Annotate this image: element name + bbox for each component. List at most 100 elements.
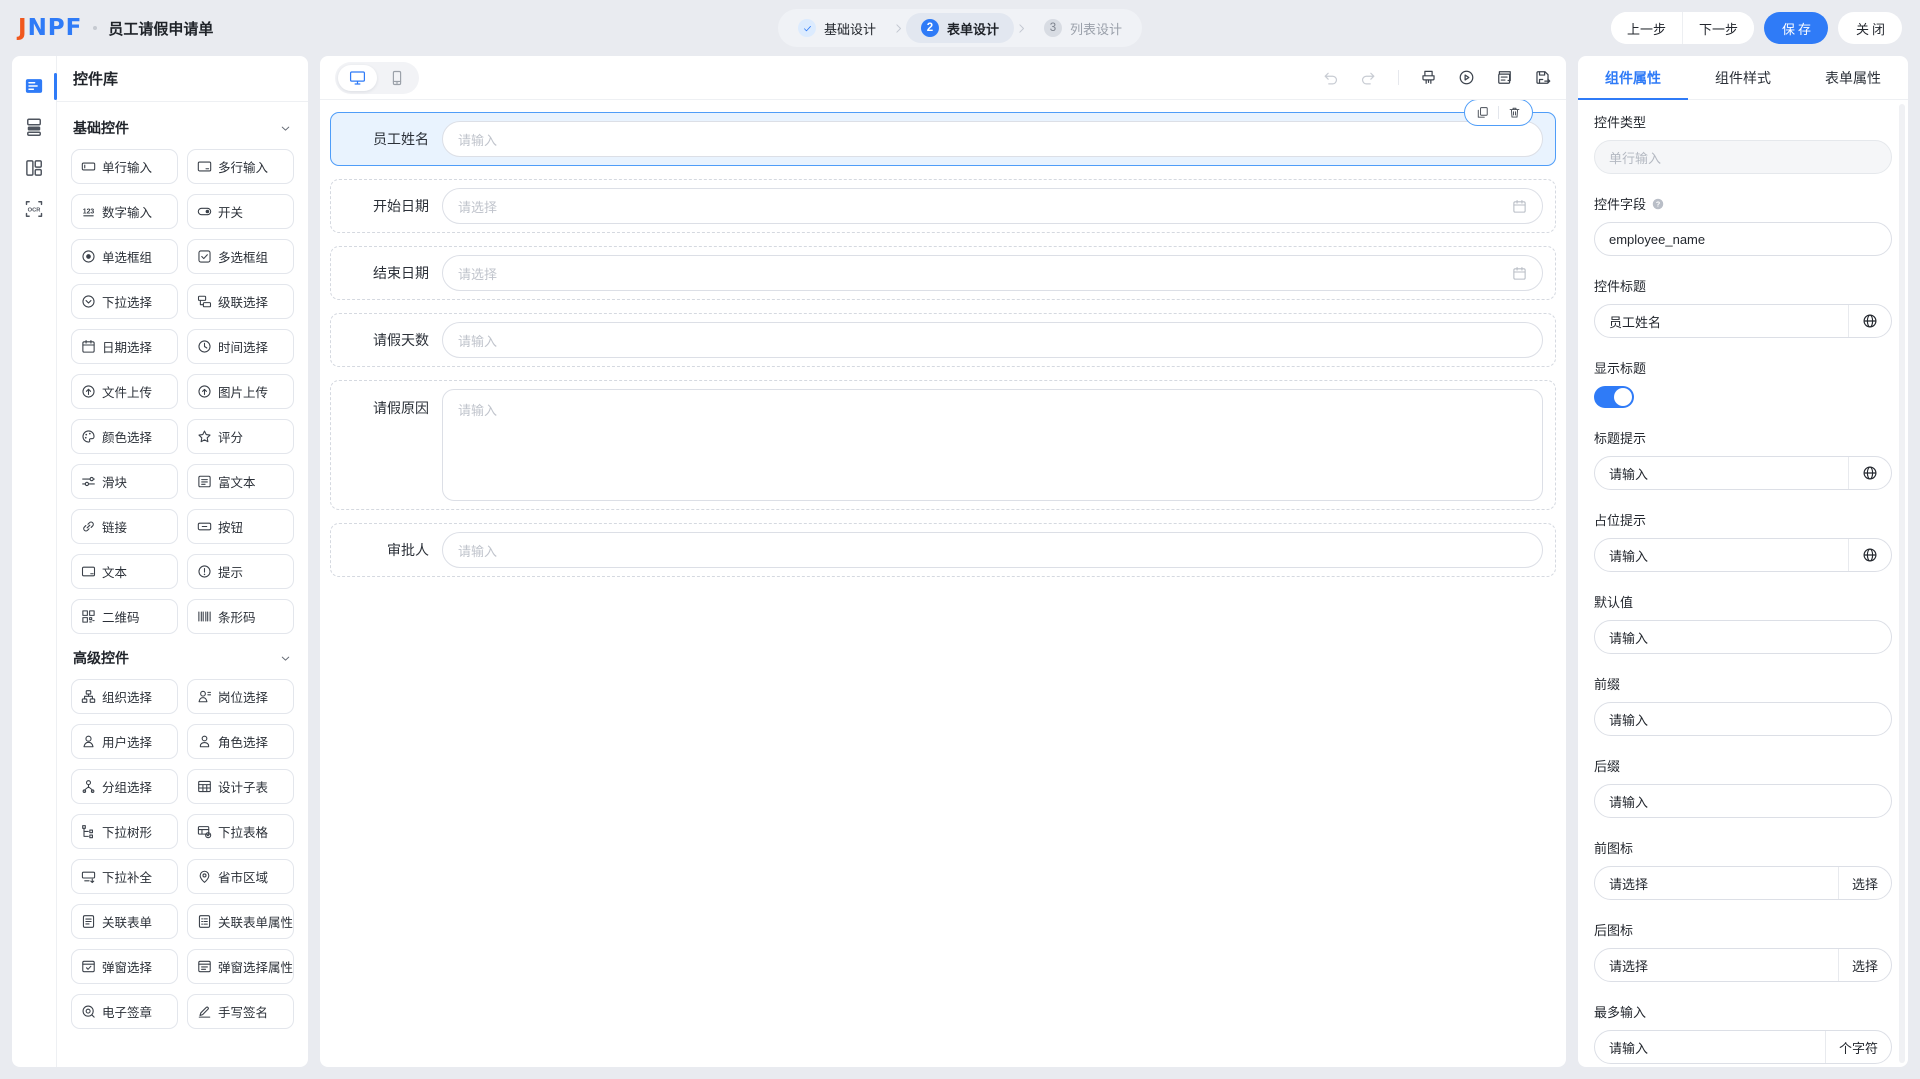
library-item[interactable]: 弹窗选择 — [71, 949, 178, 984]
property-placeholder[interactable]: 请选择 — [1595, 949, 1838, 981]
library-item[interactable]: 下拉树形 — [71, 814, 178, 849]
append-button[interactable]: 选择 — [1837, 949, 1891, 981]
property-input[interactable]: 请输入 — [1594, 784, 1892, 818]
save-button[interactable]: 保存 — [1763, 12, 1828, 44]
step-form-design[interactable]: 2 表单设计 — [905, 13, 1015, 43]
library-item[interactable]: 组织选择 — [71, 679, 178, 714]
property-placeholder[interactable]: 请输入 — [1595, 785, 1891, 817]
field-input[interactable]: 请选择 — [442, 188, 1543, 224]
library-item[interactable]: 日期选择 — [71, 329, 178, 364]
field-input[interactable]: 请输入 — [442, 322, 1543, 358]
append-button[interactable]: 选择 — [1837, 867, 1891, 899]
show-title-toggle[interactable] — [1594, 386, 1634, 408]
globe-icon[interactable] — [1848, 539, 1891, 571]
tab-component-props[interactable]: 组件属性 — [1578, 56, 1688, 100]
library-item[interactable]: 设计子表 — [187, 769, 294, 804]
property-input[interactable]: 请输入 个字符 — [1594, 1030, 1892, 1064]
library-item[interactable]: 用户选择 — [71, 724, 178, 759]
library-item[interactable]: 开关 — [187, 194, 294, 229]
library-item[interactable]: 时间选择 — [187, 329, 294, 364]
canvas-field[interactable]: 审批人 请输入 — [330, 523, 1556, 577]
library-item[interactable]: 按钮 — [187, 509, 294, 544]
library-item[interactable]: 123 数字输入 — [71, 194, 178, 229]
library-item[interactable]: 条形码 — [187, 599, 294, 634]
widgets-icon[interactable] — [24, 76, 44, 96]
library-item[interactable]: 滑块 — [71, 464, 178, 499]
library-item[interactable]: 富文本 — [187, 464, 294, 499]
property-placeholder[interactable]: 请选择 — [1595, 867, 1838, 899]
library-item[interactable]: 评分 — [187, 419, 294, 454]
property-value[interactable]: employee_name — [1595, 223, 1891, 255]
field-input[interactable]: 请输入 — [442, 532, 1543, 568]
library-item[interactable]: 颜色选择 — [71, 419, 178, 454]
step-basic-design[interactable]: 基础设计 — [783, 13, 891, 43]
tab-component-style[interactable]: 组件样式 — [1688, 56, 1798, 99]
preview-icon[interactable] — [1458, 69, 1475, 86]
library-item[interactable]: 下拉选择 — [71, 284, 178, 319]
library-item[interactable]: 角色选择 — [187, 724, 294, 759]
clear-canvas-icon[interactable] — [1420, 69, 1437, 86]
globe-icon[interactable] — [1848, 457, 1891, 489]
property-input[interactable]: 请选择 选择 — [1594, 948, 1892, 982]
library-item[interactable]: 单行输入 — [71, 149, 178, 184]
property-input[interactable]: 员工姓名 — [1594, 304, 1892, 338]
library-item[interactable]: 关联表单 — [71, 904, 178, 939]
property-input[interactable]: employee_name — [1594, 222, 1892, 256]
canvas-field[interactable]: 员工姓名 请输入 — [330, 100, 1556, 166]
library-item[interactable]: 手写签名 — [187, 994, 294, 1029]
property-input[interactable]: 请输入 — [1594, 702, 1892, 736]
next-step-button[interactable]: 下一步 — [1681, 12, 1754, 44]
library-item[interactable]: 文件上传 — [71, 374, 178, 409]
property-value[interactable]: 单行输入 — [1595, 141, 1891, 173]
property-placeholder[interactable]: 请输入 — [1595, 1031, 1825, 1063]
save-draft-icon[interactable] — [1534, 69, 1551, 86]
library-item[interactable]: 下拉补全 — [71, 859, 178, 894]
scrollbar[interactable] — [1899, 104, 1905, 1063]
library-item[interactable]: 提示 — [187, 554, 294, 589]
field-textarea[interactable]: 请输入 — [442, 389, 1543, 501]
undo-icon[interactable] — [1322, 69, 1339, 86]
append-button[interactable]: 个字符 — [1824, 1031, 1891, 1063]
library-item[interactable]: 级联选择 — [187, 284, 294, 319]
ocr-icon[interactable]: OCR — [24, 199, 44, 219]
field-input[interactable]: 请选择 — [442, 255, 1543, 291]
redo-icon[interactable] — [1360, 69, 1377, 86]
property-placeholder[interactable]: 请输入 — [1595, 621, 1891, 653]
library-item[interactable]: 省市区域 — [187, 859, 294, 894]
library-item[interactable]: 关联表单属性 — [187, 904, 294, 939]
library-item[interactable]: 链接 — [71, 509, 178, 544]
desktop-view-button[interactable] — [338, 64, 377, 91]
form-json-icon[interactable] — [1496, 69, 1513, 86]
library-item[interactable]: 下拉表格 — [187, 814, 294, 849]
library-item[interactable]: 文本 — [71, 554, 178, 589]
prev-step-button[interactable]: 上一步 — [1610, 12, 1682, 44]
property-input[interactable]: 请输入 — [1594, 456, 1892, 490]
field-input[interactable]: 请输入 — [442, 121, 1543, 157]
property-placeholder[interactable]: 请输入 — [1595, 703, 1891, 735]
property-value[interactable]: 请输入 — [1595, 539, 1848, 571]
library-item[interactable]: 多选框组 — [187, 239, 294, 274]
globe-icon[interactable] — [1848, 305, 1891, 337]
library-item[interactable]: 电子签章 — [71, 994, 178, 1029]
copy-icon[interactable] — [1476, 106, 1489, 119]
library-section-header[interactable]: 基础控件 — [73, 118, 292, 138]
property-input[interactable]: 请输入 — [1594, 620, 1892, 654]
help-icon[interactable]: ? — [1651, 197, 1665, 211]
trash-icon[interactable] — [1508, 106, 1521, 119]
library-item[interactable]: 多行输入 — [187, 149, 294, 184]
library-item[interactable]: 图片上传 — [187, 374, 294, 409]
step-list-design[interactable]: 3 列表设计 — [1029, 13, 1137, 43]
property-placeholder[interactable]: 请输入 — [1595, 457, 1848, 489]
canvas-field[interactable]: 请假天数 请输入 — [330, 313, 1556, 367]
library-section-header[interactable]: 高级控件 — [73, 648, 292, 668]
canvas-field[interactable]: 开始日期 请选择 — [330, 179, 1556, 233]
library-item[interactable]: 二维码 — [71, 599, 178, 634]
property-input[interactable]: 请输入 — [1594, 538, 1892, 572]
property-input[interactable]: 请选择 选择 — [1594, 866, 1892, 900]
tab-form-props[interactable]: 表单属性 — [1798, 56, 1908, 99]
mobile-view-button[interactable] — [377, 65, 416, 91]
canvas-field[interactable]: 结束日期 请选择 — [330, 246, 1556, 300]
close-button[interactable]: 关闭 — [1837, 12, 1902, 44]
library-item[interactable]: 弹窗选择属性 — [187, 949, 294, 984]
form-layers-icon[interactable] — [24, 117, 44, 137]
